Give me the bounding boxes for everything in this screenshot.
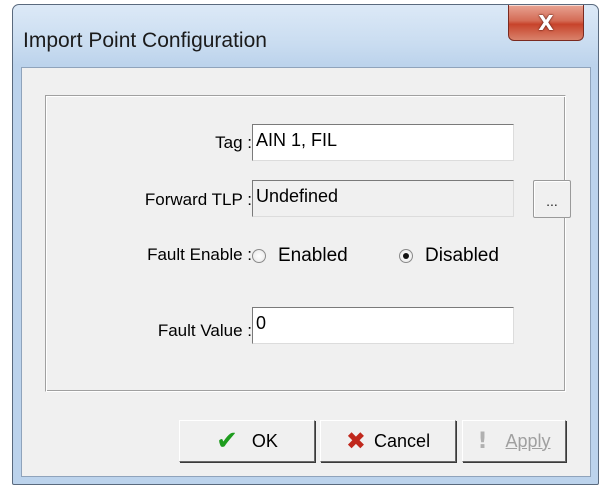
close-icon: X	[538, 10, 554, 35]
ok-button[interactable]: ✔ OK	[179, 420, 315, 462]
apply-button-label: Apply	[505, 430, 551, 451]
fault-disabled-radio[interactable]: Disabled	[399, 245, 499, 267]
fault-disabled-label: Disabled	[425, 245, 499, 266]
close-button[interactable]: X	[508, 5, 584, 41]
title-bar[interactable]: Import Point Configuration X	[13, 5, 598, 71]
exclamation-icon: !	[477, 428, 488, 454]
fault-enabled-radio[interactable]: Enabled	[252, 245, 348, 267]
browse-button[interactable]: ...	[533, 180, 571, 218]
forward-tlp-label: Forward TLP :	[144, 190, 252, 209]
cancel-button-label: Cancel	[374, 430, 431, 451]
x-icon: ✖	[345, 427, 367, 455]
forward-tlp-input[interactable]: Undefined	[252, 180, 514, 217]
tag-label: Tag :	[215, 133, 252, 152]
apply-button[interactable]: ! Apply	[462, 420, 566, 462]
dialog-client-area: Tag : AIN 1, FIL Forward TLP : Undefined…	[21, 67, 591, 477]
window-title: Import Point Configuration	[23, 29, 267, 52]
settings-group: Tag : AIN 1, FIL Forward TLP : Undefined…	[45, 95, 571, 392]
check-icon: ✔	[216, 426, 238, 456]
tag-input[interactable]: AIN 1, FIL	[252, 124, 514, 161]
fault-enabled-label: Enabled	[278, 245, 348, 266]
cancel-button[interactable]: ✖ Cancel	[320, 420, 456, 462]
dialog-window: Import Point Configuration X Tag : AIN 1…	[12, 4, 599, 485]
fault-value-label: Fault Value :	[157, 321, 252, 340]
fault-value-input[interactable]: 0	[252, 307, 514, 344]
radio-button-checked-icon	[399, 249, 413, 263]
radio-button-icon	[252, 249, 266, 263]
fault-enable-label: Fault Enable :	[147, 245, 252, 264]
ok-button-label: OK	[251, 430, 278, 451]
